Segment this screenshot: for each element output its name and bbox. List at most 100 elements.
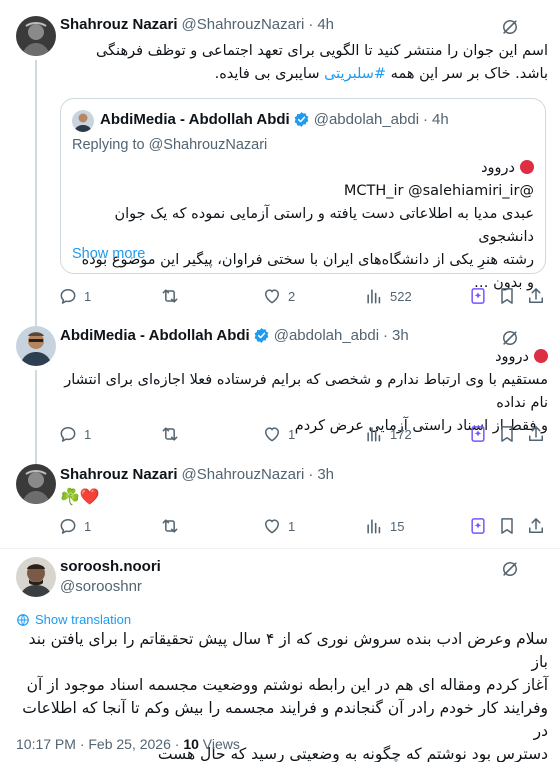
reply-button[interactable]: 1 <box>58 422 91 446</box>
thread-line <box>35 318 37 326</box>
timestamp[interactable]: 10:17 PM · Feb 25, 2026 · <box>16 736 183 752</box>
show-more-link[interactable]: Show more <box>72 246 145 262</box>
share-icon <box>526 424 546 444</box>
tweet-time[interactable]: 3h <box>392 327 409 344</box>
action-bar: 1 2 522 <box>58 284 546 308</box>
bookmark-icon <box>497 286 517 306</box>
views-button[interactable]: 522 <box>364 284 412 308</box>
bookmark-icon <box>497 516 517 536</box>
tweet-shahrouz-1[interactable]: Shahrouz Nazari @ShahrouzNazari · 4h اسم… <box>0 0 560 318</box>
thread-line <box>35 456 37 464</box>
bookmark-icon <box>497 424 517 444</box>
share-button[interactable] <box>526 514 546 538</box>
tweet-time[interactable]: 4h <box>317 16 334 33</box>
separator-dot: · <box>308 466 314 483</box>
grok-explain-icon <box>468 286 488 306</box>
like-icon <box>262 286 282 306</box>
display-name[interactable]: AbdiMedia - Abdollah Abdi <box>60 327 250 344</box>
quoted-tweet[interactable]: AbdiMedia - Abdollah Abdi @abdolah_abdi … <box>60 98 546 291</box>
show-translation-label: Show translation <box>35 612 132 627</box>
repost-icon <box>160 424 180 444</box>
like-count: 2 <box>288 288 296 304</box>
tweet-text-after: سایبری بی فایده. <box>214 66 325 82</box>
reply-icon <box>58 516 78 536</box>
quote-header: AbdiMedia - Abdollah Abdi @abdolah_abdi … <box>100 111 449 128</box>
avatar[interactable] <box>16 464 56 504</box>
reply-button[interactable]: 1 <box>58 284 91 308</box>
repost-button[interactable] <box>160 284 180 308</box>
separator-dot: · <box>383 327 389 344</box>
user-handle[interactable]: @ShahrouzNazari <box>182 16 305 33</box>
tweet-header: Shahrouz Nazari @ShahrouzNazari · 3h <box>60 466 334 483</box>
quote-avatar <box>72 110 94 132</box>
like-icon <box>262 424 282 444</box>
display-name[interactable]: Shahrouz Nazari <box>60 466 178 483</box>
avatar[interactable] <box>16 557 56 597</box>
tweet-line-1: دروود <box>60 346 548 369</box>
quote-line-3: عبدی مدیا به اطلاعاتی دست یافته و راستی … <box>114 206 535 245</box>
like-button[interactable]: 1 <box>262 514 295 538</box>
like-count: 1 <box>288 518 296 534</box>
replying-to: Replying to @ShahrouzNazari <box>72 137 268 153</box>
grok-explain-button[interactable] <box>468 422 488 446</box>
view-count: 522 <box>390 288 412 304</box>
grok-explain-icon <box>468 516 488 536</box>
views-icon <box>364 424 384 444</box>
share-button[interactable] <box>526 422 546 446</box>
tweet-shahrouz-2[interactable]: Shahrouz Nazari @ShahrouzNazari · 3h ☘️❤… <box>0 456 560 548</box>
verified-badge-icon <box>293 111 310 128</box>
share-icon <box>526 516 546 536</box>
like-button[interactable]: 1 <box>262 422 295 446</box>
thread-line <box>35 60 37 318</box>
views-button[interactable]: 172 <box>364 422 412 446</box>
red-circle-icon <box>520 160 534 174</box>
thread-line <box>35 370 37 456</box>
reply-count: 1 <box>84 518 92 534</box>
quote-time: 4h <box>432 111 449 128</box>
grok-icon[interactable] <box>500 559 520 579</box>
reply-icon <box>58 286 78 306</box>
grok-explain-icon <box>468 424 488 444</box>
user-handle[interactable]: @sorooshnr <box>60 578 142 595</box>
tweet-greeting: دروود <box>495 349 529 365</box>
display-name[interactable]: Shahrouz Nazari <box>60 16 178 33</box>
tweet-text: اسم این جوان را منتشر کنید تا الگویی برا… <box>60 40 548 86</box>
repost-button[interactable] <box>160 422 180 446</box>
views-button[interactable]: 15 <box>364 514 404 538</box>
tweet-time[interactable]: 3h <box>317 466 334 483</box>
quote-line-2: @MCTH_ir @salehiamiri_ir <box>343 183 534 199</box>
main-line-2: آغاز کردم ومقاله ای هم در این رابطه نوشت… <box>26 676 548 694</box>
tweet-header: AbdiMedia - Abdollah Abdi @abdolah_abdi … <box>60 327 409 344</box>
share-icon <box>526 286 546 306</box>
verified-badge-icon <box>253 327 270 344</box>
grok-explain-button[interactable] <box>468 284 488 308</box>
views-count: 10 <box>183 736 199 752</box>
grok-explain-button[interactable] <box>468 514 488 538</box>
tweet-header: Shahrouz Nazari @ShahrouzNazari · 4h <box>60 16 334 33</box>
quote-display-name: AbdiMedia - Abdollah Abdi <box>100 111 290 128</box>
repost-button[interactable] <box>160 514 180 538</box>
grok-icon[interactable] <box>500 328 520 348</box>
user-handle[interactable]: @abdolah_abdi <box>274 327 379 344</box>
share-button[interactable] <box>526 284 546 308</box>
user-handle[interactable]: @ShahrouzNazari <box>182 466 305 483</box>
grok-icon[interactable] <box>500 17 520 37</box>
bookmark-button[interactable] <box>497 422 517 446</box>
views-label: Views <box>198 736 240 752</box>
hashtag-link[interactable]: #سلبریتی <box>324 66 386 82</box>
action-bar: 1 1 172 <box>58 422 546 446</box>
avatar[interactable] <box>16 16 56 56</box>
display-name[interactable]: soroosh.noori <box>60 558 161 575</box>
show-translation-button[interactable]: Show translation <box>16 612 131 627</box>
tweet-abdimedia[interactable]: AbdiMedia - Abdollah Abdi @abdolah_abdi … <box>0 318 560 456</box>
quote-text: دروود @MCTH_ir @salehiamiri_ir عبدی مدیا… <box>72 157 534 295</box>
main-tweet-header: soroosh.noori @sorooshnr <box>60 558 161 595</box>
like-button[interactable]: 2 <box>262 284 295 308</box>
bookmark-button[interactable] <box>497 514 517 538</box>
reply-button[interactable]: 1 <box>58 514 91 538</box>
tweet-meta: 10:17 PM · Feb 25, 2026 · 10 Views <box>16 736 240 752</box>
views-icon <box>364 286 384 306</box>
bookmark-button[interactable] <box>497 284 517 308</box>
quote-greeting: دروود <box>481 160 515 176</box>
avatar[interactable] <box>16 326 56 366</box>
